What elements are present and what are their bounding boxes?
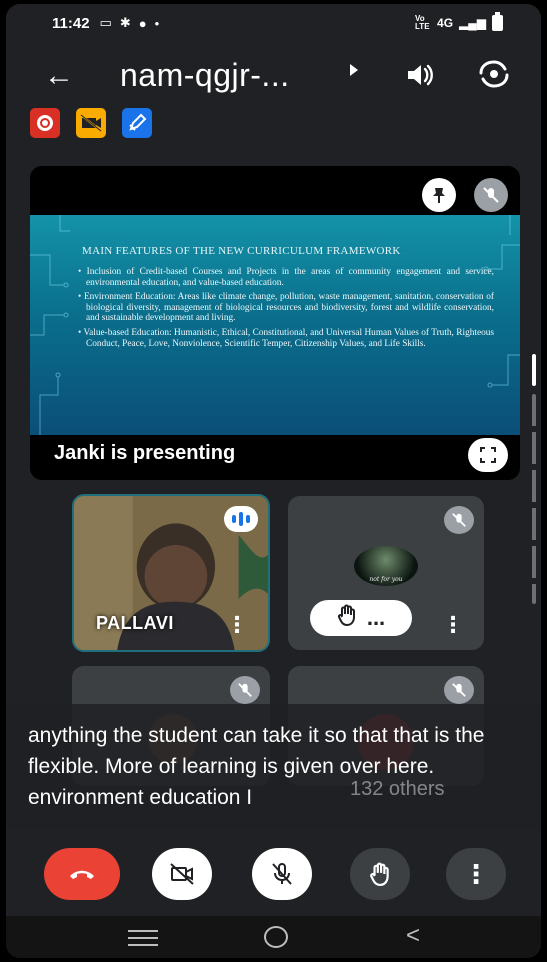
raise-hand-icon [337,604,357,632]
call-controls: ⋮ [6,848,541,904]
mic-toggle-button[interactable] [252,848,312,900]
participant-name: PALLAVI [96,613,174,633]
presenter-label: Janki is presenting [54,442,236,464]
raised-hand-pill: ... [310,600,412,636]
presentation-card[interactable]: MAIN FEATURES OF THE NEW CURRICULUM FRAM… [30,166,520,480]
recent-apps-icon[interactable] [128,930,158,946]
more-options-icon[interactable]: ⋮ [226,614,248,636]
camera-off-icon [170,863,194,885]
system-nav-bar: < [6,916,541,958]
mic-muted-icon [444,676,474,704]
dot-icon: • [154,15,160,31]
mic-off-icon [272,863,292,885]
status-time: 11:42 [52,14,90,32]
mic-muted-icon [230,676,260,704]
more-options-button[interactable]: ⋮ [446,848,506,900]
fullscreen-icon[interactable] [468,438,508,472]
caption-text: anything the student can take it so that… [28,724,485,809]
status-notification-icons: ▭ ✱ ● • [100,15,160,31]
hand-label: ... [366,605,386,630]
network-label: 4G [437,16,454,30]
avatar-caption: not for you [369,576,403,583]
live-captions: anything the student can take it so that… [6,704,541,828]
app-notification-icon: ✱ [119,15,131,30]
home-icon[interactable] [264,926,288,948]
participant-tile[interactable]: PALLAVI ⋮ [72,494,270,652]
edit-icon[interactable] [122,108,152,138]
slide-bullet: Value-based Education: Humanistic, Ethic… [78,328,495,349]
meeting-header: ← nam-qgjr-... [6,52,541,100]
more-options-icon[interactable]: ⋮ [442,614,464,636]
shared-slide: MAIN FEATURES OF THE NEW CURRICULUM FRAM… [30,215,520,435]
mic-muted-icon [474,178,508,212]
status-bar: 11:42 ▭ ✱ ● • Vo LTE 4G ▂▄▆ [6,4,541,42]
raise-hand-button[interactable] [350,848,410,900]
battery-icon [492,12,503,31]
dropdown-arrow-icon[interactable] [350,64,358,76]
chat-notification-icon: ● [138,15,147,31]
meeting-code-title[interactable]: nam-qgjr-... [120,55,290,95]
end-call-icon [70,870,94,879]
others-count[interactable]: 132 others [350,778,445,801]
participant-tile[interactable]: not for you ... ⋮ [288,496,484,650]
speaking-indicator-icon [224,506,258,532]
signal-icon: ▂▄▆ [459,16,486,30]
camera-toggle-button[interactable] [152,848,212,900]
more-options-icon: ⋮ [463,858,489,889]
cast-icon: ▭ [99,15,112,30]
slide-bullet: Environment Education: Areas like climat… [78,292,494,324]
back-arrow-icon[interactable]: ← [44,58,74,94]
slide-bullet-list: Inclusion of Credit-based Courses and Pr… [78,267,495,353]
status-right: Vo LTE 4G ▂▄▆ [415,12,503,31]
volte-label: Vo LTE [415,14,430,31]
end-call-button[interactable] [44,848,120,900]
no-video-icon[interactable] [76,108,106,138]
meeting-indicators [30,108,152,138]
raise-hand-icon [370,862,389,886]
meet-screen: 11:42 ▭ ✱ ● • Vo LTE 4G ▂▄▆ ← nam-qgjr-.… [6,4,541,958]
speaker-icon[interactable] [402,58,436,92]
slide-title: MAIN FEATURES OF THE NEW CURRICULUM FRAM… [82,245,401,257]
nav-back-icon[interactable]: < [406,922,420,950]
slide-bullet: Inclusion of Credit-based Courses and Pr… [78,267,494,288]
record-icon[interactable] [30,108,60,138]
scrollbar-track[interactable] [532,394,536,604]
switch-camera-icon[interactable] [476,56,512,92]
participant-avatar: not for you [354,546,418,586]
mic-muted-icon [444,506,474,534]
pin-icon[interactable] [422,178,456,212]
scrollbar-thumb[interactable] [532,354,536,386]
